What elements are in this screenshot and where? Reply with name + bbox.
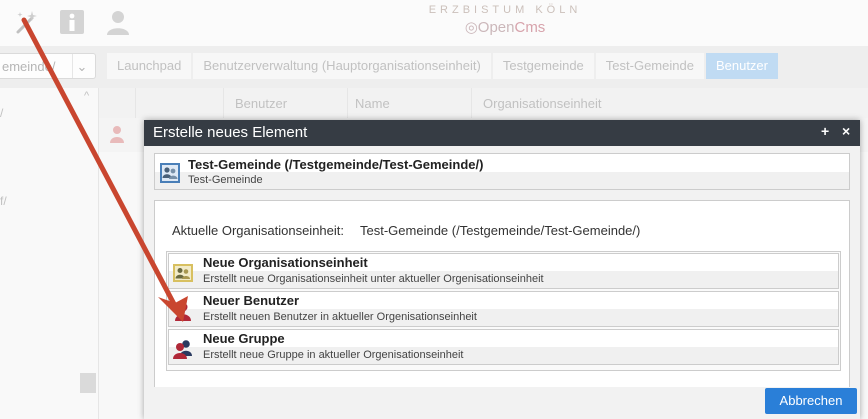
org-unit-icon bbox=[173, 264, 193, 282]
option-title: Neue Organisationseinheit bbox=[203, 255, 368, 270]
current-ou-label: Aktuelle Organisationseinheit: bbox=[172, 223, 344, 238]
option-new-group[interactable]: Neue Gruppe Erstellt neue Gruppe in aktu… bbox=[168, 329, 839, 365]
context-subtitle: Test-Gemeinde bbox=[188, 174, 263, 186]
cancel-button[interactable]: Abbrechen bbox=[765, 388, 857, 414]
maximize-button[interactable]: + bbox=[821, 123, 829, 139]
option-description: Erstellt neue Organisationseinheit unter… bbox=[203, 273, 544, 285]
option-new-ou[interactable]: Neue Organisationseinheit Erstellt neue … bbox=[168, 253, 839, 289]
option-title: Neue Gruppe bbox=[203, 331, 285, 346]
org-unit-icon bbox=[160, 163, 180, 183]
dialog-title: Erstelle neues Element bbox=[153, 124, 308, 141]
new-element-dialog: Erstelle neues Element + × Test-Gemeinde… bbox=[144, 120, 860, 419]
group-icon bbox=[173, 340, 192, 359]
create-options-panel: Aktuelle Organisationseinheit: Test-Geme… bbox=[154, 200, 850, 403]
option-title: Neuer Benutzer bbox=[203, 293, 300, 308]
user-icon bbox=[175, 302, 191, 321]
option-description: Erstellt neuen Benutzer in aktueller Org… bbox=[203, 311, 477, 323]
option-description: Erstellt neue Gruppe in aktueller Orgeni… bbox=[203, 349, 464, 361]
option-new-user[interactable]: Neuer Benutzer Erstellt neuen Benutzer i… bbox=[168, 291, 839, 327]
dialog-body: Test-Gemeinde (/Testgemeinde/Test-Gemein… bbox=[148, 146, 856, 403]
close-button[interactable]: × bbox=[842, 123, 850, 139]
context-ou-item: Test-Gemeinde (/Testgemeinde/Test-Gemein… bbox=[154, 153, 850, 190]
context-title: Test-Gemeinde (/Testgemeinde/Test-Gemein… bbox=[188, 157, 484, 172]
current-ou-value: Test-Gemeinde (/Testgemeinde/Test-Gemein… bbox=[360, 223, 641, 238]
dialog-footer bbox=[144, 387, 860, 419]
option-list: Neue Organisationseinheit Erstellt neue … bbox=[166, 251, 841, 371]
dialog-header: Erstelle neues Element + × bbox=[144, 120, 860, 146]
